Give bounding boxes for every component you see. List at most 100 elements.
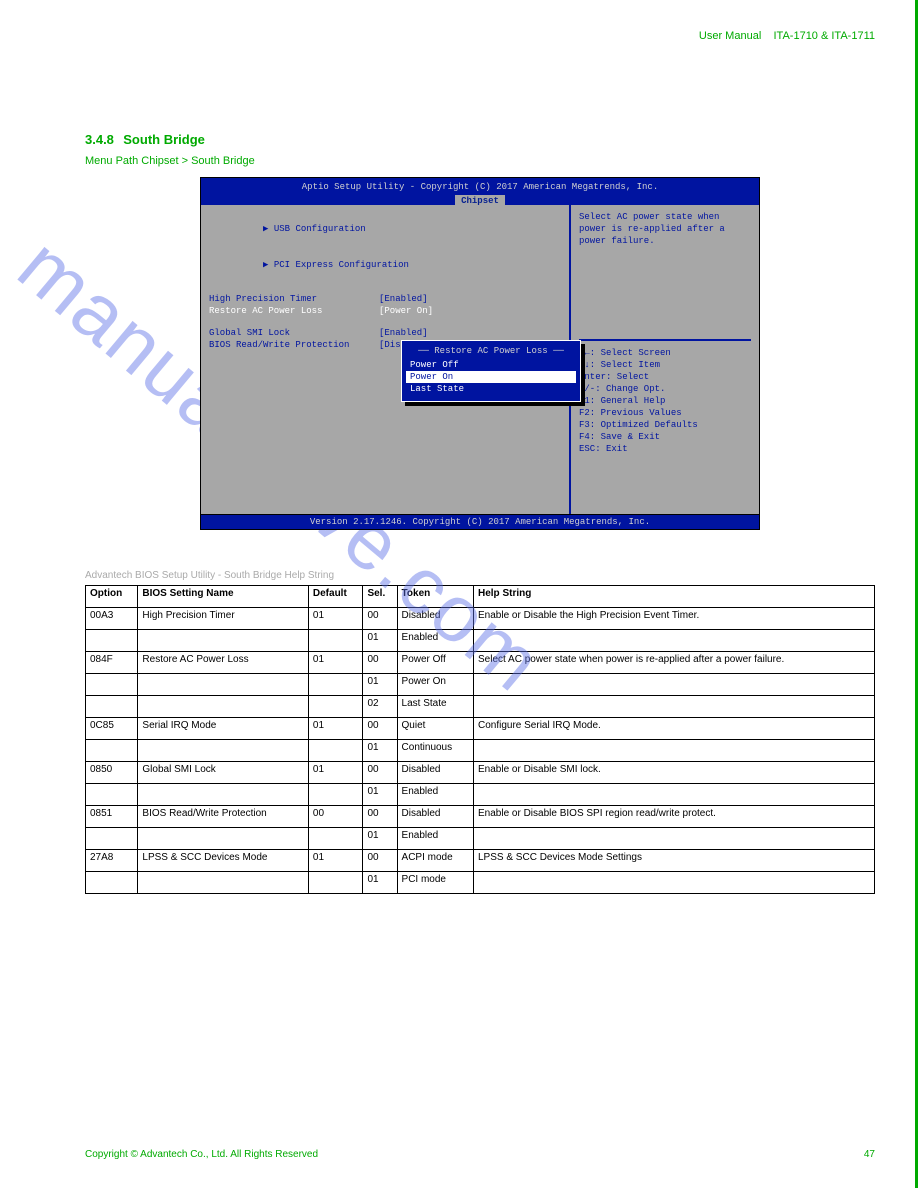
table-cell: Power On: [397, 674, 473, 696]
table-cell: [474, 784, 875, 806]
bios-popup-option-last-state[interactable]: Last State: [406, 383, 576, 395]
table-cell: 02: [363, 696, 397, 718]
bios-item-global-smi-lock[interactable]: Global SMI Lock [Enabled]: [209, 327, 561, 339]
table-cell: [86, 784, 138, 806]
bios-footer: Version 2.17.1246. Copyright (C) 2017 Am…: [200, 515, 760, 530]
table-cell: [86, 740, 138, 762]
table-cell: 00: [363, 850, 397, 872]
table-cell: 00: [363, 608, 397, 630]
table-row: 0C85Serial IRQ Mode0100QuietConfigure Se…: [86, 718, 875, 740]
section-heading: 3.4.8 South Bridge: [85, 132, 875, 147]
table-cell: Serial IRQ Mode: [138, 718, 308, 740]
table-row: 0850Global SMI Lock0100DisabledEnable or…: [86, 762, 875, 784]
table-cell: 01: [363, 828, 397, 850]
col-help: Help String: [474, 586, 875, 608]
table-cell: 00: [363, 652, 397, 674]
table-cell: 27A8: [86, 850, 138, 872]
bios-titlebar: Aptio Setup Utility - Copyright (C) 2017…: [200, 177, 760, 205]
table-row: 00A3High Precision Timer0100DisabledEnab…: [86, 608, 875, 630]
table-row: 01Enabled: [86, 828, 875, 850]
table-cell: [474, 740, 875, 762]
table-cell: Last State: [397, 696, 473, 718]
bios-body: ▶ USB Configuration ▶ PCI Express Config…: [200, 205, 760, 515]
table-cell: 01: [308, 850, 363, 872]
table-cell: LPSS & SCC Devices Mode: [138, 850, 308, 872]
table-row: 01PCI mode: [86, 872, 875, 894]
table-cell: 00: [308, 806, 363, 828]
table-cell: BIOS Read/Write Protection: [138, 806, 308, 828]
bios-key-legend: →←: Select Screen ↑↓: Select Item Enter:…: [579, 341, 751, 455]
table-cell: [308, 872, 363, 894]
section-number: 3.4.8: [85, 132, 114, 147]
bios-item-restore-ac-power-loss[interactable]: Restore AC Power Loss [Power On]: [209, 305, 561, 317]
bios-title-text: Aptio Setup Utility - Copyright (C) 2017…: [201, 181, 759, 193]
table-cell: Quiet: [397, 718, 473, 740]
table-cell: 084F: [86, 652, 138, 674]
table-cell: [474, 696, 875, 718]
table-cell: 01: [308, 762, 363, 784]
footer-page-number: 47: [864, 1149, 875, 1160]
table-cell: LPSS & SCC Devices Mode Settings: [474, 850, 875, 872]
table-cell: Global SMI Lock: [138, 762, 308, 784]
table-row: 084FRestore AC Power Loss0100Power OffSe…: [86, 652, 875, 674]
table-cell: Enabled: [397, 828, 473, 850]
table-cell: [86, 828, 138, 850]
col-option: Option: [86, 586, 138, 608]
table-cell: 00A3: [86, 608, 138, 630]
table-cell: [86, 872, 138, 894]
table-cell: High Precision Timer: [138, 608, 308, 630]
help-string-line: Advantech BIOS Setup Utility - South Bri…: [85, 570, 875, 581]
table-cell: 01: [308, 718, 363, 740]
table-row: 27A8LPSS & SCC Devices Mode0100ACPI mode…: [86, 850, 875, 872]
table-cell: [86, 674, 138, 696]
spec-table: Option BIOS Setting Name Default Sel. To…: [85, 585, 875, 894]
col-token: Token: [397, 586, 473, 608]
table-cell: ACPI mode: [397, 850, 473, 872]
table-cell: [474, 674, 875, 696]
table-row: 0851BIOS Read/Write Protection0000Disabl…: [86, 806, 875, 828]
table-cell: Enabled: [397, 784, 473, 806]
table-cell: 01: [308, 652, 363, 674]
table-row: 01Enabled: [86, 784, 875, 806]
table-cell: 01: [363, 674, 397, 696]
table-cell: 0851: [86, 806, 138, 828]
table-cell: [86, 696, 138, 718]
table-cell: 0850: [86, 762, 138, 784]
table-cell: Enable or Disable the High Precision Eve…: [474, 608, 875, 630]
bios-window: Aptio Setup Utility - Copyright (C) 2017…: [200, 177, 760, 530]
col-default: Default: [308, 586, 363, 608]
bios-right-pane: Select AC power state when power is re-a…: [571, 205, 759, 514]
table-cell: [138, 784, 308, 806]
table-cell: 01: [363, 630, 397, 652]
bios-help-text: Select AC power state when power is re-a…: [579, 211, 751, 341]
page-header: User Manual ITA-1710 & ITA-1711: [85, 30, 875, 42]
table-cell: PCI mode: [397, 872, 473, 894]
table-row: 01Continuous: [86, 740, 875, 762]
footer-left: Copyright © Advantech Co., Ltd. All Righ…: [85, 1149, 318, 1160]
table-cell: [308, 674, 363, 696]
table-cell: 01: [363, 784, 397, 806]
table-row: 02Last State: [86, 696, 875, 718]
table-cell: Disabled: [397, 762, 473, 784]
table-cell: [308, 740, 363, 762]
table-cell: 00: [363, 762, 397, 784]
table-row: 01Power On: [86, 674, 875, 696]
section-menu-path: Menu Path Chipset > South Bridge: [85, 155, 875, 167]
table-cell: Configure Serial IRQ Mode.: [474, 718, 875, 740]
bios-popup-option-power-on[interactable]: Power On: [406, 371, 576, 383]
table-cell: Enabled: [397, 630, 473, 652]
table-cell: [138, 828, 308, 850]
table-cell: Disabled: [397, 608, 473, 630]
bios-submenu-usb[interactable]: ▶ USB Configuration: [209, 211, 561, 247]
bios-popup: ── Restore AC Power Loss ── Power Off Po…: [401, 340, 581, 402]
bios-popup-title: ── Restore AC Power Loss ──: [406, 343, 576, 359]
table-cell: [308, 630, 363, 652]
bios-submenu-pci[interactable]: ▶ PCI Express Configuration: [209, 247, 561, 283]
bios-item-high-precision-timer[interactable]: High Precision Timer [Enabled]: [209, 293, 561, 305]
table-cell: [308, 696, 363, 718]
triangle-icon: ▶: [263, 260, 274, 270]
bios-popup-option-power-off[interactable]: Power Off: [406, 359, 576, 371]
col-sel: Sel.: [363, 586, 397, 608]
table-cell: Restore AC Power Loss: [138, 652, 308, 674]
table-cell: Enable or Disable SMI lock.: [474, 762, 875, 784]
